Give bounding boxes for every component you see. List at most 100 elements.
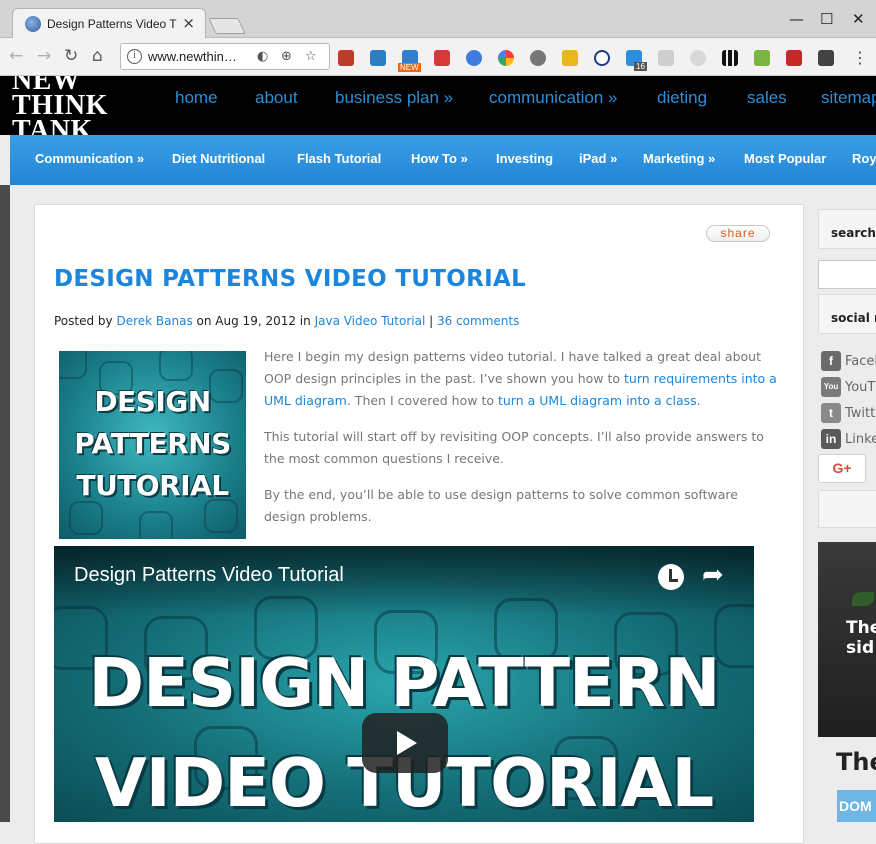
social-link-label: Facel [845,354,876,369]
shield-extension-icon[interactable] [562,50,578,66]
post-date: on Aug 19, 2012 in [196,314,311,328]
author-link[interactable]: Derek Banas [116,314,192,328]
puzzle-piece [59,351,87,379]
cat-ipad[interactable]: iPad » [579,151,617,166]
site-info-icon[interactable]: i [127,49,142,64]
t-extension-icon[interactable] [786,50,802,66]
cat-roy[interactable]: Roy [852,151,876,166]
video-title[interactable]: Design Patterns Video Tutorial [74,564,344,587]
sidebar-ad-image[interactable]: The sid [818,542,876,737]
cat-most-popular[interactable]: Most Popular [744,151,826,166]
play-button[interactable] [362,713,448,773]
nav-dieting[interactable]: dieting [657,88,707,108]
grid-extension-icon[interactable] [722,50,738,66]
ad-image-text: The sid [846,618,876,658]
new-badge: NEW [398,63,421,72]
thumbnail-text: DESIGN [94,385,211,418]
post-meta: Posted by Derek Banas on Aug 19, 2012 in… [54,314,519,328]
left-edge-strip [0,185,10,822]
google-extension-icon[interactable] [498,50,514,66]
social-heading: social n [831,311,876,325]
scissors-extension-icon[interactable] [658,50,674,66]
comments-link[interactable]: 36 comments [437,314,519,328]
nav-home[interactable]: home [175,88,218,108]
chrome-menu-icon[interactable]: ⋮ [852,48,868,67]
intro-paragraph: Here I begin my design patterns video tu… [264,346,779,412]
screenshot-extension-icon[interactable] [370,50,386,66]
post-title[interactable]: DESIGN PATTERNS VIDEO TUTORIAL [54,266,526,292]
third-paragraph: By the end, you’ll be able to use design… [264,487,738,524]
cat-diet-nutritional[interactable]: Diet Nutritional [172,151,265,166]
video-extension-icon[interactable] [434,50,450,66]
sidebar-ad-thumbnail[interactable]: DOM [837,790,876,822]
zoom-icon[interactable]: ⊕ [281,49,292,64]
browser-tab-strip: Design Patterns Video T × — ☐ ✕ [0,0,876,38]
social-link-label: Linke [845,432,876,447]
social-widget-header: social n [818,294,876,334]
post-thumbnail[interactable]: DESIGN PATTERNS TUTORIAL [59,351,246,539]
nav-about[interactable]: about [255,88,298,108]
site-header: NEW THINK TANK home about business plan … [0,76,876,135]
nav-sitemap[interactable]: sitemap [821,88,876,108]
nav-business-plan[interactable]: business plan » [335,88,453,108]
close-window-button[interactable]: ✕ [852,10,865,28]
cat-how-to[interactable]: How To » [411,151,468,166]
share-arrow-icon[interactable]: ➦ [702,560,724,590]
search-widget-header: search [818,209,876,249]
video-player[interactable]: Design Patterns Video Tutorial ➦ DESIGN … [54,546,754,822]
video-big-text: DESIGN PATTERN [88,644,721,722]
share-button[interactable]: share [706,225,770,242]
cat-marketing[interactable]: Marketing » [643,151,715,166]
browser-tab[interactable]: Design Patterns Video T × [12,8,206,38]
sidebar-ad-headline[interactable]: The [836,748,876,776]
evernote-extension-icon[interactable] [338,50,354,66]
paragraph-text: . Then I covered how to [346,393,498,408]
uml-class-link[interactable]: turn a UML diagram into a class [498,393,697,408]
youtube-icon: You [821,377,841,397]
linkedin-icon: in [821,429,841,449]
gear-extension-icon[interactable] [530,50,546,66]
plant-leaf-icon [852,592,874,606]
twitter-icon: t [821,403,841,423]
refresh-extension-icon[interactable] [690,50,706,66]
facebook-icon: f [821,351,841,371]
ad-image-line: sid [846,638,875,658]
address-bar[interactable]: i www.newthin… ◐ ⊕ ☆ [120,43,330,70]
thumbnail-text: PATTERNS [74,427,231,460]
count-badge: 16 [634,62,647,71]
nav-sales[interactable]: sales [747,88,787,108]
browser-toolbar: ← → ↻ ⌂ i www.newthin… ◐ ⊕ ☆ NEW 16 ⋮ [0,38,876,76]
blocked-content-icon[interactable]: ◐ [257,49,268,64]
notes-extension-icon[interactable] [754,50,770,66]
pocket-extension-icon[interactable] [818,50,834,66]
new-tab-button[interactable] [208,18,246,34]
minimize-button[interactable]: — [789,10,804,28]
nav-communication[interactable]: communication » [489,88,618,108]
google-plus-button[interactable]: G+ [818,454,866,483]
thumbnail-text: TUTORIAL [76,469,229,502]
site-logo[interactable]: NEW THINK TANK [12,76,108,135]
tab-close-icon[interactable]: × [182,14,195,32]
cat-investing[interactable]: Investing [496,151,553,166]
posted-by-label: Posted by [54,314,113,328]
tab-title: Design Patterns Video T [47,17,177,31]
social-link-label: Twitt [845,406,876,421]
clock-icon[interactable] [658,564,684,590]
maximize-button[interactable]: ☐ [820,10,833,28]
cat-communication[interactable]: Communication » [35,151,144,166]
forward-arrow-icon[interactable]: → [37,46,51,66]
bookmark-star-icon[interactable]: ☆ [305,49,317,64]
category-link[interactable]: Java Video Tutorial [315,314,426,328]
category-nav: Communication » Diet Nutritional Flash T… [10,135,876,185]
reload-icon[interactable]: ↻ [64,46,78,66]
url-text: www.newthin… [148,49,237,64]
search-input[interactable] [818,260,876,289]
block-extension-icon[interactable] [594,50,610,66]
sidebar-widget-box [818,490,876,528]
puzzle-piece [159,351,193,381]
search-heading: search [831,226,876,240]
home-icon[interactable]: ⌂ [92,46,103,66]
sync-extension-icon[interactable] [466,50,482,66]
back-arrow-icon[interactable]: ← [9,46,23,66]
cat-flash-tutorial[interactable]: Flash Tutorial [297,151,381,166]
